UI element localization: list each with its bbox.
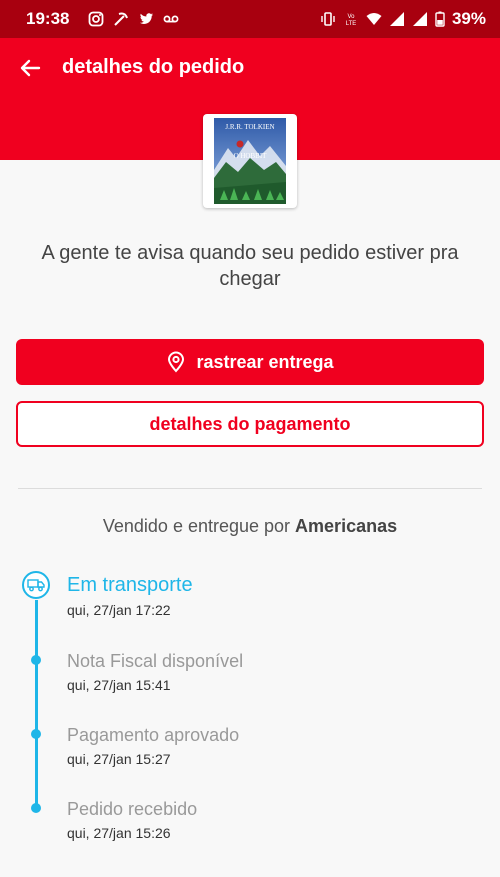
voicemail-icon (163, 11, 179, 27)
volte-icon: Vo LTE (343, 11, 359, 27)
track-delivery-label: rastrear entrega (196, 351, 334, 372)
svg-text:Vo: Vo (347, 14, 355, 20)
timeline-step-date: qui, 27/jan 15:27 (67, 751, 171, 767)
timeline-step-title: Pagamento aprovado (67, 725, 240, 745)
signal-icon (389, 11, 405, 27)
location-pin-icon (168, 351, 185, 373)
payment-details-button[interactable]: detalhes do pagamento (16, 401, 484, 447)
divider (18, 488, 482, 489)
battery-icon (435, 11, 445, 27)
track-delivery-button[interactable]: rastrear entrega (16, 339, 484, 385)
status-bar: 19:38 Vo LTE 39% (0, 0, 500, 38)
instagram-icon (88, 11, 104, 27)
seller-info: Vendido e entregue por Americanas (0, 516, 500, 537)
battery-percentage: 39% (451, 9, 486, 28)
timeline-step-title: Pedido recebido (67, 799, 198, 819)
payment-details-label: detalhes do pagamento (149, 413, 351, 434)
seller-name: Americanas (295, 516, 398, 536)
timeline-step-title: Nota Fiscal disponível (67, 651, 244, 671)
timeline-step-date: qui, 27/jan 15:26 (67, 825, 171, 841)
timeline-dot (31, 803, 41, 813)
book-title: O HOBBIT (234, 152, 268, 160)
book-author: J.R.R. TOLKIEN (225, 123, 274, 131)
page-title: detalhes do pedido (62, 56, 245, 78)
arrow-left-icon (20, 59, 41, 77)
timeline-dot (31, 729, 41, 739)
timeline-step-date: qui, 27/jan 15:41 (67, 677, 171, 693)
seller-prefix: Vendido e entregue por (102, 516, 291, 536)
notify-message: A gente te avisa quando seu pedido estiv… (41, 242, 459, 290)
vibrate-icon (320, 11, 336, 27)
timeline-marker-active (22, 571, 50, 599)
back-button[interactable] (16, 54, 44, 82)
wifi-icon (366, 11, 382, 27)
timeline-line (34, 600, 38, 808)
status-time: 19:38 (26, 9, 70, 28)
product-thumbnail[interactable]: J.R.R. TOLKIEN O HOBBIT (203, 114, 297, 208)
pickaxe-icon (113, 11, 129, 27)
svg-text:LTE: LTE (346, 21, 357, 27)
truck-icon (27, 579, 45, 592)
timeline-step-title: Em transporte (67, 574, 193, 596)
timeline-step-date: qui, 27/jan 17:22 (67, 602, 171, 618)
signal-icon (412, 11, 428, 27)
twitter-icon (138, 11, 154, 27)
timeline-dot (31, 655, 41, 665)
book-cover-image: J.R.R. TOLKIEN O HOBBIT (214, 118, 286, 204)
